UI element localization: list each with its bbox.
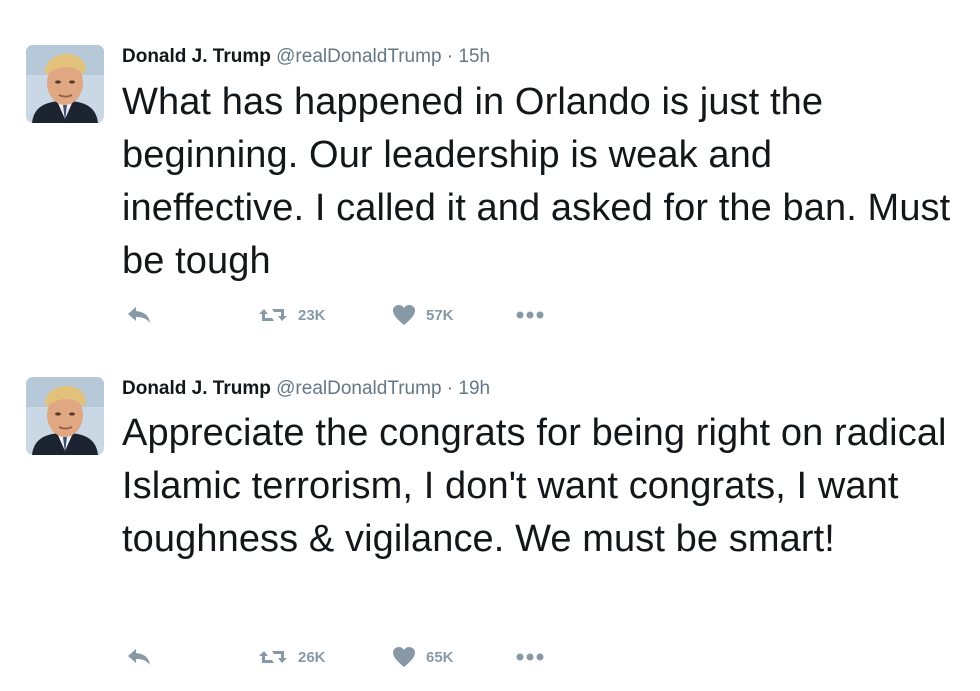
reply-button[interactable] [126,302,152,328]
retweet-button[interactable]: 26K [258,644,326,670]
heart-icon [393,305,415,325]
retweet-icon [259,651,287,663]
reply-button[interactable] [126,644,152,670]
retweet-count: 26K [298,648,326,666]
tweet-list: Donald J. Trump @realDonaldTrump · 15h W… [0,0,980,691]
tweet-header: Donald J. Trump @realDonaldTrump · 15h [122,46,490,68]
avatar[interactable] [26,45,104,123]
author-handle[interactable]: @realDonaldTrump [276,378,441,399]
tweet-header: Donald J. Trump @realDonaldTrump · 19h [122,378,490,400]
tweet-actions: 23K 57K [122,302,582,328]
author-handle[interactable]: @realDonaldTrump [276,46,441,67]
separator-dot: · [446,46,454,67]
retweet-count: 23K [298,306,326,324]
reply-icon [128,649,150,665]
tweet: Donald J. Trump @realDonaldTrump · 19h A… [0,345,980,691]
like-count: 65K [426,648,454,666]
tweet-actions: 26K 65K [122,644,582,670]
separator-dot: · [446,378,454,399]
more-dots-icon [516,653,544,661]
avatar[interactable] [26,377,104,455]
like-button[interactable]: 65K [392,644,454,670]
avatar-image [26,377,104,455]
tweet-text: What has happened in Orlando is just the… [122,81,951,282]
retweet-button[interactable]: 23K [258,302,326,328]
tweet-text: Appreciate the congrats for being right … [122,412,947,560]
author-name[interactable]: Donald J. Trump [122,378,271,399]
tweet-timestamp[interactable]: 15h [458,46,490,67]
more-button[interactable] [516,644,544,670]
retweet-icon [259,309,287,321]
tweet-timestamp[interactable]: 19h [458,378,490,399]
heart-icon [393,647,415,667]
reply-icon [128,307,150,323]
like-button[interactable]: 57K [392,302,454,328]
more-dots-icon [516,311,544,319]
more-button[interactable] [516,302,544,328]
avatar-image [26,45,104,123]
author-name[interactable]: Donald J. Trump [122,46,271,67]
tweet: Donald J. Trump @realDonaldTrump · 15h W… [0,0,980,345]
like-count: 57K [426,306,454,324]
